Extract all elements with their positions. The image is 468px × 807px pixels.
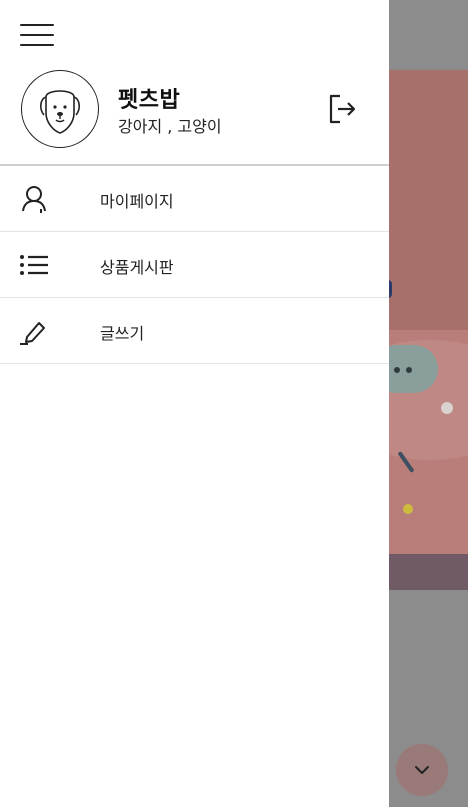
scroll-down-button[interactable] <box>396 744 448 796</box>
menu-item-label: 마이페이지 <box>100 192 174 211</box>
profile-header: 펫츠밥 강아지 , 고양이 <box>0 64 389 164</box>
logout-button[interactable] <box>326 92 360 126</box>
side-drawer: 펫츠밥 강아지 , 고양이 마이페이지 상품게시판 글쓰기 <box>0 0 389 807</box>
profile-pet-types: 강아지 , 고양이 <box>118 117 222 136</box>
menu-item-label: 상품게시판 <box>100 258 174 277</box>
menu-list: 마이페이지 상품게시판 글쓰기 <box>0 166 389 364</box>
logout-icon <box>329 94 356 124</box>
list-icon <box>18 249 50 281</box>
avatar[interactable] <box>21 70 99 148</box>
pen-icon <box>18 315 50 347</box>
decorative-dot <box>441 402 453 414</box>
hamburger-menu-icon[interactable] <box>20 22 56 48</box>
menu-item-mypage[interactable]: 마이페이지 <box>0 166 389 232</box>
menu-item-label: 글쓰기 <box>100 324 145 343</box>
menu-item-product-board[interactable]: 상품게시판 <box>0 232 389 298</box>
menu-item-write[interactable]: 글쓰기 <box>0 298 389 364</box>
profile-name: 펫츠밥 <box>118 88 181 113</box>
user-icon <box>18 183 50 215</box>
chevron-down-icon <box>415 766 429 774</box>
dog-face-icon <box>40 90 80 134</box>
decorative-dot <box>403 504 413 514</box>
